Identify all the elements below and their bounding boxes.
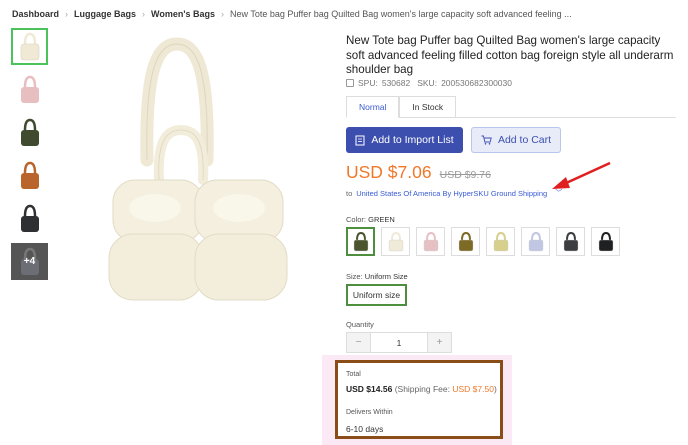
bag-thumbnail-icon	[20, 75, 39, 103]
quantity-decrease-button[interactable]: −	[347, 333, 370, 352]
sku-label: SKU:	[417, 78, 438, 88]
thumbnail-2[interactable]	[11, 71, 48, 108]
bag-swatch-icon	[493, 231, 508, 251]
bag-swatch-icon	[423, 231, 438, 251]
color-swatch[interactable]	[486, 227, 515, 256]
more-images-count: +4	[23, 256, 36, 267]
thumbnail-5[interactable]	[11, 200, 48, 237]
thumbnail-4[interactable]	[11, 157, 48, 194]
shipping-row: to United States Of America By HyperSKU …	[346, 188, 562, 198]
size-option-uniform[interactable]: Uniform size	[346, 284, 407, 306]
chevron-right-icon: ›	[221, 9, 225, 19]
quantity-label: Quantity	[346, 320, 374, 329]
tag-icon	[346, 79, 354, 87]
tab-normal[interactable]: Normal	[346, 96, 400, 118]
color-label: Color:	[346, 215, 367, 224]
annotation-arrow-icon	[552, 161, 611, 189]
shipping-fee-suffix: )	[493, 384, 497, 394]
color-swatch[interactable]	[416, 227, 445, 256]
breadcrumb-dashboard[interactable]: Dashboard	[12, 9, 59, 19]
size-label: Size:	[346, 272, 363, 281]
quantity-input[interactable]: 1	[370, 333, 428, 352]
thumbnail-1[interactable]	[11, 28, 48, 65]
bag-thumbnail-icon	[20, 118, 39, 146]
breadcrumb: Dashboard › Luggage Bags › Women's Bags …	[12, 9, 572, 19]
shipping-fee-value: USD $7.50	[452, 384, 494, 394]
quantity-stepper: − 1 +	[346, 332, 452, 353]
original-price: USD $9.76	[439, 169, 491, 181]
thumbnail-3[interactable]	[11, 114, 48, 151]
shipping-to-label: to	[346, 188, 353, 198]
quantity-increase-button[interactable]: +	[428, 333, 451, 352]
delivers-within-value: 6-10 days	[346, 424, 384, 434]
color-swatch[interactable]	[591, 227, 620, 256]
color-value: GREEN	[368, 215, 395, 224]
cart-icon	[481, 135, 492, 145]
stock-tabs: Normal In Stock	[346, 96, 457, 118]
current-price: USD $7.06	[346, 162, 432, 182]
bag-thumbnail-icon	[20, 161, 39, 189]
breadcrumb-womens-bags[interactable]: Women's Bags	[151, 9, 215, 19]
shipping-fee-prefix: (Shipping Fee:	[394, 384, 450, 394]
chevron-right-icon: ›	[65, 9, 69, 19]
shipping-destination[interactable]: United States Of America By HyperSKU Gro…	[356, 189, 547, 198]
product-main-image	[108, 37, 288, 301]
total-line: USD $14.56 (Shipping Fee: USD $7.50)	[346, 384, 497, 394]
color-label-row: Color: GREEN	[346, 215, 395, 224]
size-label-row: Size: Uniform Size	[346, 272, 408, 281]
color-swatch[interactable]	[346, 227, 375, 256]
chevron-right-icon: ›	[142, 9, 146, 19]
bag-swatch-icon	[353, 231, 368, 251]
total-summary-box: Total USD $14.56 (Shipping Fee: USD $7.5…	[335, 360, 503, 439]
bag-thumbnail-icon	[20, 204, 39, 232]
color-swatch[interactable]	[451, 227, 480, 256]
add-to-cart-label: Add to Cart	[497, 134, 552, 146]
bag-swatch-icon	[563, 231, 578, 251]
color-swatch[interactable]	[381, 227, 410, 256]
list-icon	[355, 135, 365, 145]
total-label: Total	[346, 371, 361, 378]
add-to-cart-button[interactable]: Add to Cart	[471, 127, 561, 153]
spu-label: SPU:	[358, 78, 378, 88]
bag-swatch-icon	[458, 231, 473, 251]
tab-in-stock[interactable]: In Stock	[399, 96, 457, 118]
color-swatch[interactable]	[521, 227, 550, 256]
size-value: Uniform Size	[364, 272, 408, 281]
product-title: New Tote bag Puffer bag Quilted Bag wome…	[346, 34, 674, 76]
price-row: USD $7.06 USD $9.76	[346, 162, 491, 183]
thumbnail-list: +4	[11, 28, 49, 286]
total-amount: USD $14.56	[346, 384, 393, 394]
sku-value: 200530682300030	[441, 78, 512, 88]
breadcrumb-current: New Tote bag Puffer bag Quilted Bag wome…	[230, 9, 572, 19]
color-swatches	[346, 227, 620, 256]
color-swatch[interactable]	[556, 227, 585, 256]
bag-swatch-icon	[528, 231, 543, 251]
breadcrumb-luggage-bags[interactable]: Luggage Bags	[74, 9, 136, 19]
bag-thumbnail-icon	[20, 32, 39, 60]
thumbnail-more[interactable]: +4	[11, 243, 48, 280]
spu-value: 530682	[381, 78, 411, 88]
sku-row: SPU: 530682 SKU: 200530682300030	[346, 78, 512, 88]
add-to-import-list-label: Add to Import List	[371, 134, 454, 146]
add-to-import-list-button[interactable]: Add to Import List	[346, 127, 463, 153]
bag-swatch-icon	[598, 231, 613, 251]
bag-swatch-icon	[388, 231, 403, 251]
delivers-within-label: Delivers Within	[346, 409, 393, 416]
